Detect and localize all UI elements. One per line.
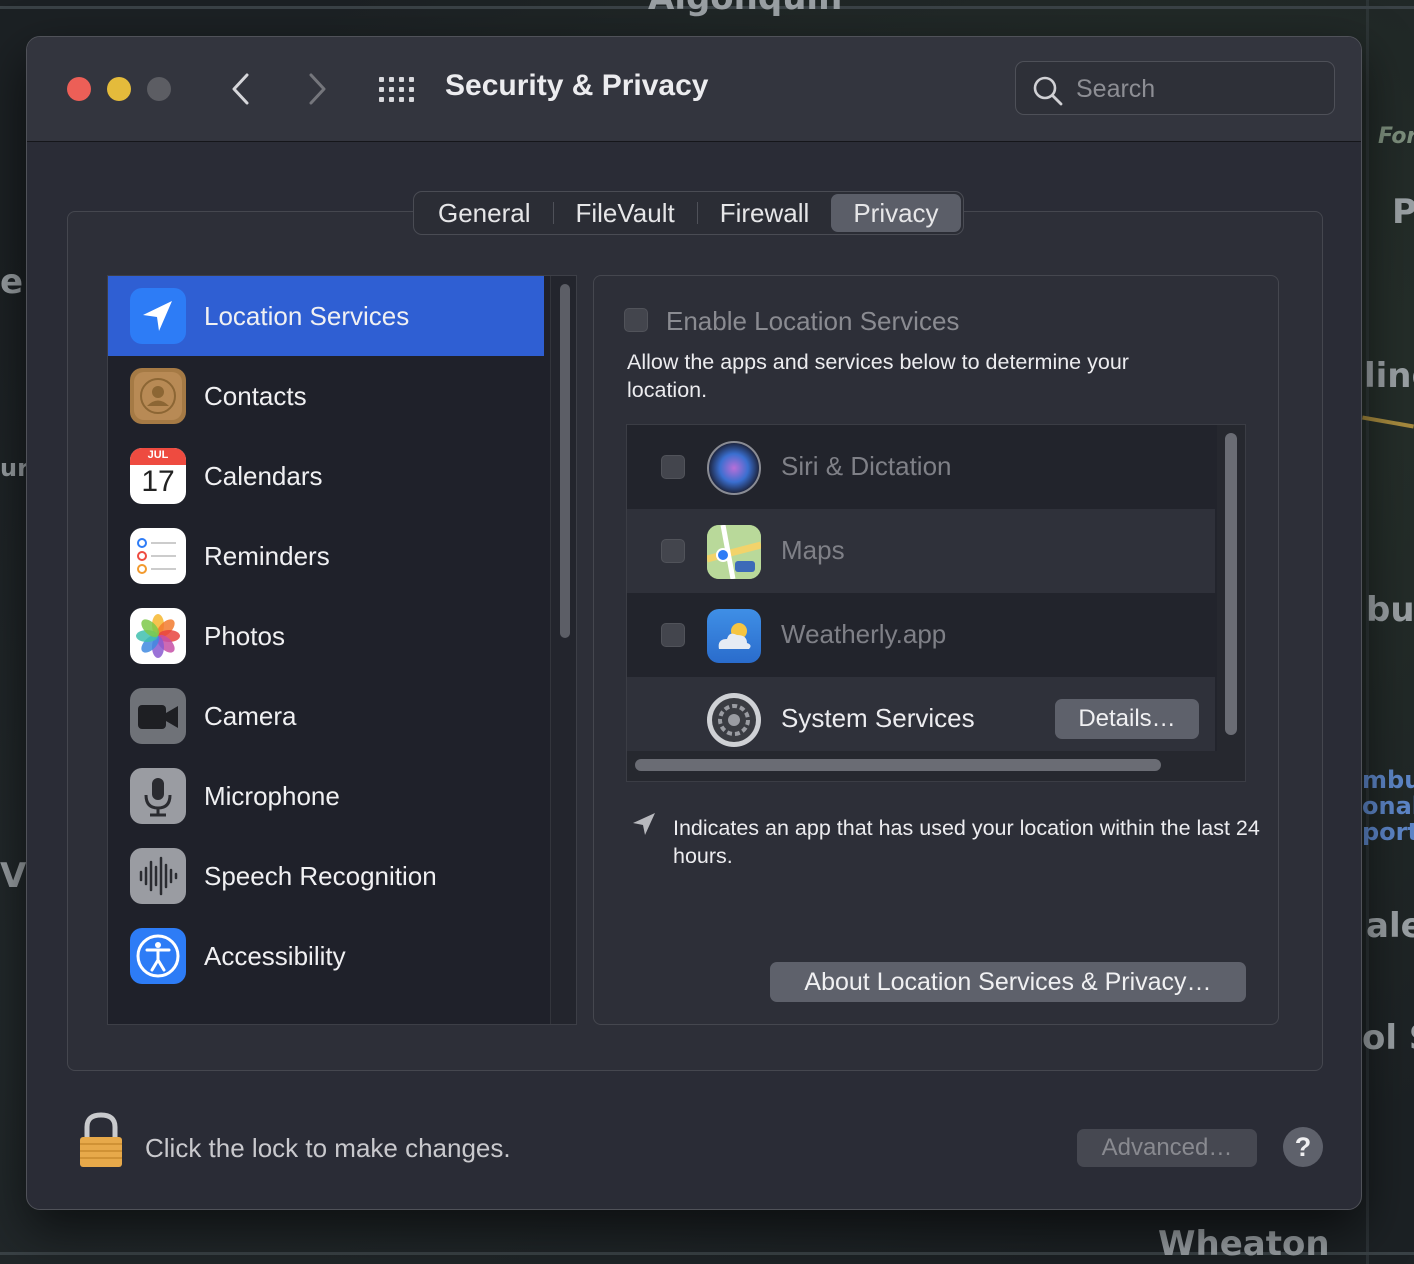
sidebar-item-contacts[interactable]: Contacts: [108, 356, 544, 436]
close-button[interactable]: [67, 77, 91, 101]
details-button[interactable]: Details…: [1055, 699, 1199, 739]
app-list-horizontal-scrollbar[interactable]: [627, 751, 1245, 781]
about-location-privacy-button[interactable]: About Location Services & Privacy…: [770, 962, 1246, 1002]
vertical-scroll-thumb[interactable]: [1225, 433, 1237, 735]
accessibility-icon: [130, 928, 186, 984]
search-input[interactable]: [1074, 72, 1318, 106]
minimize-button[interactable]: [107, 77, 131, 101]
photos-icon: [130, 608, 186, 664]
sidebar-item-label: Calendars: [204, 460, 323, 491]
camera-icon: [130, 688, 186, 744]
map-road: [1366, 0, 1369, 1264]
sidebar-item-location-services[interactable]: Location Services: [108, 276, 544, 356]
map-label: ol S: [1362, 1018, 1414, 1058]
tab-general[interactable]: General: [416, 194, 553, 232]
map-label: mbu: [1362, 766, 1414, 794]
location-services-panel: Enable Location Services Allow the apps …: [593, 275, 1279, 1025]
reminders-icon: [130, 528, 186, 584]
map-label: Algonquin: [648, 0, 842, 18]
lock-instruction-text: Click the lock to make changes.: [145, 1133, 511, 1163]
search-field[interactable]: [1015, 61, 1335, 115]
lock-icon: [80, 1112, 122, 1167]
app-row-weatherly: Weatherly.app: [627, 593, 1215, 677]
sidebar-item-accessibility[interactable]: Accessibility: [108, 916, 544, 996]
location-description: Allow the apps and services below to det…: [627, 350, 1129, 402]
sidebar-item-label: Accessibility: [204, 940, 346, 971]
show-all-grid-button[interactable]: [375, 73, 419, 105]
enable-location-checkbox[interactable]: [624, 308, 648, 332]
lock-button[interactable]: [77, 1111, 125, 1176]
sidebar-item-label: Photos: [204, 620, 285, 651]
sidebar-item-label: Location Services: [204, 300, 410, 331]
app-checkbox[interactable]: [661, 539, 685, 563]
map-label: V: [0, 856, 27, 896]
app-name: Weatherly.app: [781, 619, 947, 649]
location-arrow-icon: [130, 288, 186, 344]
map-label: For: [1378, 124, 1414, 149]
forward-button[interactable]: [297, 67, 337, 111]
sidebar-item-reminders[interactable]: Reminders: [108, 516, 544, 596]
chevron-right-icon: [309, 73, 326, 105]
sidebar-item-speech-recognition[interactable]: Speech Recognition: [108, 836, 544, 916]
help-button[interactable]: ?: [1283, 1127, 1323, 1167]
tab-filevault[interactable]: FileVault: [554, 194, 697, 232]
map-label: ling: [1364, 356, 1414, 396]
security-privacy-window: Security & Privacy General FileVault Fir…: [26, 36, 1362, 1210]
title-bar: Security & Privacy: [27, 37, 1361, 142]
contacts-icon: [130, 368, 186, 424]
app-list-vertical-scrollbar[interactable]: [1217, 425, 1245, 751]
sidebar-item-microphone[interactable]: Microphone: [108, 756, 544, 836]
sidebar-item-label: Speech Recognition: [204, 860, 437, 891]
app-name: Maps: [781, 535, 845, 565]
tab-privacy[interactable]: Privacy: [831, 194, 961, 232]
map-label: ale: [1366, 906, 1414, 946]
tab-bar: General FileVault Firewall Privacy: [413, 191, 964, 235]
weather-icon: [707, 609, 761, 663]
back-button[interactable]: [221, 67, 261, 111]
microphone-icon: [130, 768, 186, 824]
app-name: System Services: [781, 703, 975, 733]
sidebar-item-photos[interactable]: Photos: [108, 596, 544, 676]
maps-icon: [707, 525, 761, 579]
app-checkbox[interactable]: [661, 455, 685, 479]
tab-firewall[interactable]: Firewall: [698, 194, 832, 232]
sidebar-scrollbar[interactable]: [550, 276, 576, 1024]
chevron-left-icon: [232, 73, 249, 105]
map-label: bu: [1366, 590, 1414, 630]
sidebar-item-label: Microphone: [204, 780, 340, 811]
calendar-icon: JUL 17: [130, 448, 186, 504]
search-icon: [1033, 76, 1063, 106]
location-indicator-icon: [633, 813, 655, 835]
sidebar-item-label: Reminders: [204, 540, 330, 571]
app-list: Siri & Dictation Maps Weatherly.app Syst…: [626, 424, 1246, 782]
map-label: port: [1362, 818, 1414, 846]
map-label: Wheaton: [1158, 1224, 1330, 1264]
sidebar-item-label: Contacts: [204, 380, 307, 411]
calendar-day: 17: [141, 465, 175, 498]
sidebar-item-camera[interactable]: Camera: [108, 676, 544, 756]
app-row-system-services: System Services Details…: [627, 677, 1215, 761]
app-checkbox[interactable]: [661, 623, 685, 647]
window-title: Security & Privacy: [445, 69, 709, 102]
calendar-month: JUL: [147, 449, 169, 461]
location-indicator-text: Indicates an app that has used your loca…: [673, 816, 1260, 868]
app-name: Siri & Dictation: [781, 451, 952, 481]
map-label: onal: [1362, 792, 1414, 820]
system-preferences-gear-icon: [707, 693, 761, 747]
speech-recognition-icon: [130, 848, 186, 904]
sidebar-scroll-thumb[interactable]: [560, 284, 570, 638]
siri-icon: [707, 441, 761, 495]
sidebar-item-label: Camera: [204, 700, 297, 731]
app-row-siri: Siri & Dictation: [627, 425, 1215, 509]
map-label: P: [1392, 192, 1414, 232]
sidebar-item-calendars[interactable]: JUL 17 Calendars: [108, 436, 544, 516]
zoom-button[interactable]: [147, 77, 171, 101]
horizontal-scroll-thumb[interactable]: [635, 759, 1161, 771]
app-row-maps: Maps: [627, 509, 1215, 593]
privacy-category-list: Location Services Contacts JUL 17 Calend…: [107, 275, 577, 1025]
advanced-button[interactable]: Advanced…: [1077, 1129, 1257, 1167]
map-road: [1362, 415, 1414, 429]
enable-location-label: Enable Location Services: [666, 306, 960, 336]
